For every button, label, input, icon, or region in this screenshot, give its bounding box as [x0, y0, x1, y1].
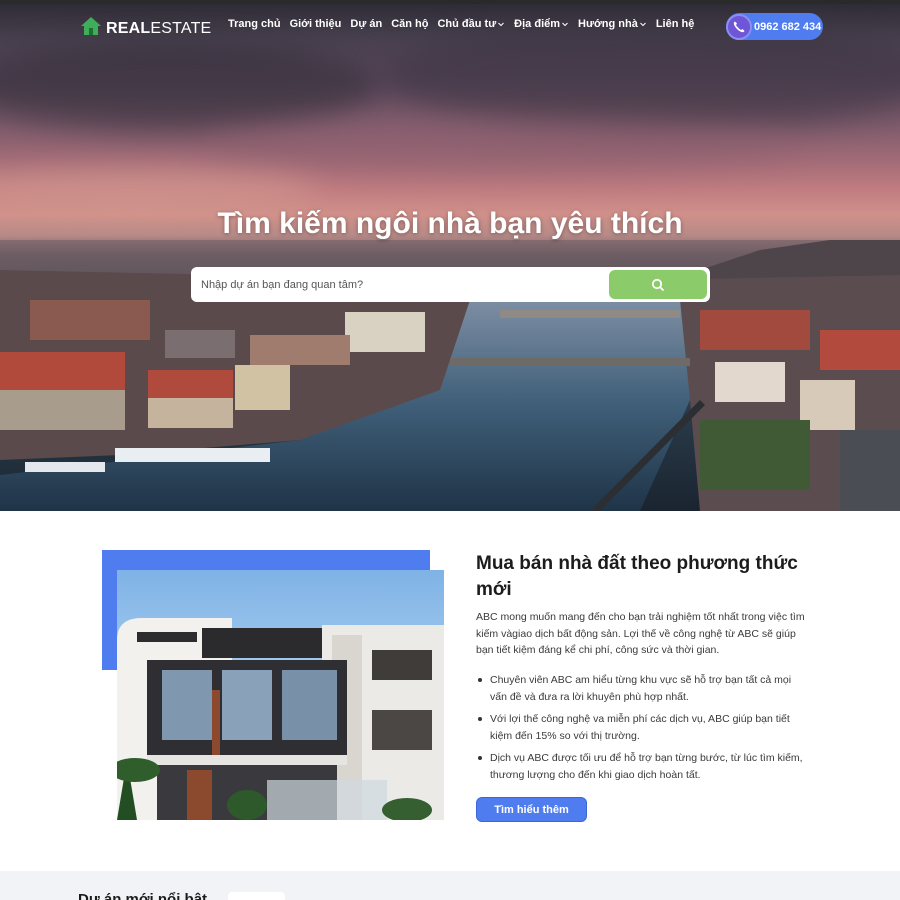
nav-item-locations[interactable]: Địa điểm: [514, 18, 569, 30]
featured-projects-section: Dự án mới nổi bật: [0, 871, 900, 900]
search-input[interactable]: [201, 267, 601, 302]
building-photo: [117, 570, 444, 820]
learn-more-button[interactable]: Tìm hiểu thêm: [476, 797, 587, 822]
list-item: Chuyên viên ABC am hiểu từng khu vực sẽ …: [476, 672, 806, 705]
projects-title: Dự án mới nổi bật: [78, 891, 208, 900]
cloud-decoration: [200, 120, 800, 170]
cloud-decoration: [0, 40, 380, 130]
projects-tab[interactable]: [228, 892, 285, 900]
cloud-decoration: [0, 170, 320, 210]
nav-item-apartments[interactable]: Căn hộ: [391, 18, 428, 30]
nav-item-projects[interactable]: Dự án: [350, 18, 382, 30]
section-description: ABC mong muốn mang đến cho bạn trải nghi…: [476, 611, 805, 656]
feature-list: Chuyên viên ABC am hiểu từng khu vực sẽ …: [476, 672, 806, 789]
nav-item-house-direction[interactable]: Hướng nhà: [578, 18, 647, 30]
nav-item-home[interactable]: Trang chủ: [228, 18, 281, 30]
phone-number: 0962 682 434: [754, 20, 822, 33]
about-section: Mua bán nhà đất theo phương thức mới ABC…: [0, 511, 900, 871]
phone-icon: [726, 13, 752, 40]
phone-call-button[interactable]: 0962 682 434: [726, 13, 823, 40]
nav-item-contact[interactable]: Liên hệ: [656, 18, 695, 30]
section-title: Mua bán nhà đất theo phương thức mới: [476, 553, 798, 600]
logo-text: REALESTATE: [106, 19, 212, 37]
top-navigation: REALESTATE Trang chủ Giới thiệu Dự án Că…: [0, 4, 900, 48]
hero-title: Tìm kiếm ngôi nhà bạn yêu thích: [217, 207, 683, 240]
search-button[interactable]: [609, 270, 707, 299]
main-menu: Trang chủ Giới thiệu Dự án Căn hộ Chủ đầ…: [228, 18, 694, 30]
image-accent-frame-side: [102, 550, 116, 670]
hero-banner: REALESTATE Trang chủ Giới thiệu Dự án Că…: [0, 0, 900, 511]
chevron-down-icon: [639, 22, 646, 27]
nav-item-investors[interactable]: Chủ đầu tư: [437, 18, 505, 30]
chevron-down-icon: [562, 22, 568, 27]
search-bar: [191, 267, 710, 302]
list-item: Với lợi thế công nghệ va miễn phí các dị…: [476, 711, 806, 744]
house-icon: [80, 16, 102, 41]
search-icon: [651, 278, 665, 291]
chevron-down-icon: [498, 22, 505, 27]
site-logo[interactable]: REALESTATE: [80, 16, 211, 41]
list-item: Dịch vụ ABC được tối ưu để hỗ trợ bạn từ…: [476, 750, 806, 783]
nav-item-about[interactable]: Giới thiệu: [290, 18, 342, 30]
